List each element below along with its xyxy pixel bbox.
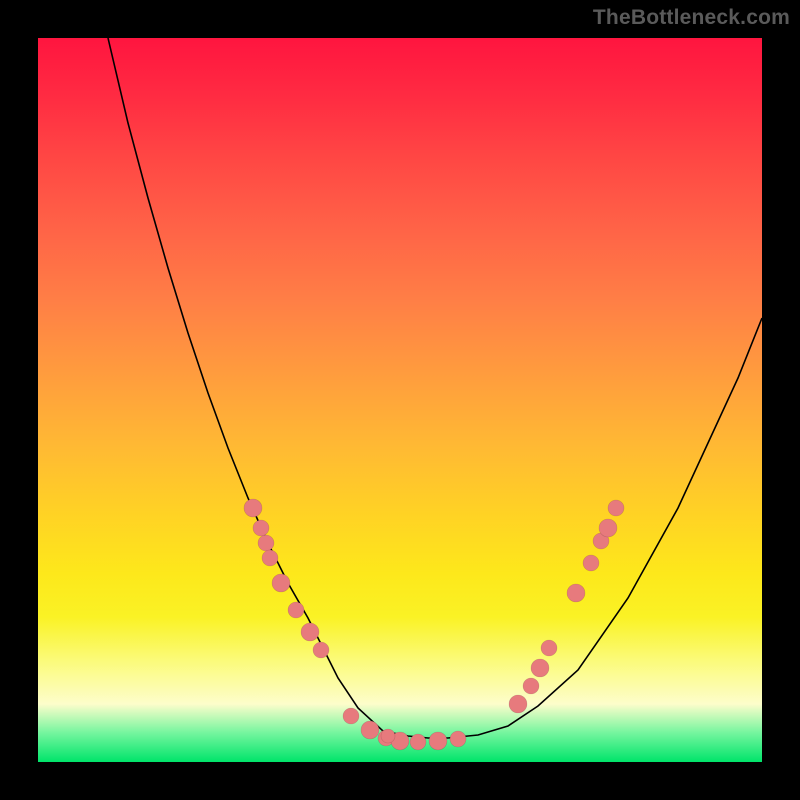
bead-point [531,659,549,677]
bead-point [343,708,359,724]
bead-point [599,519,617,537]
bead-point [509,695,527,713]
plot-area [38,38,762,762]
bead-point [301,623,319,641]
chart-svg [38,38,762,762]
bead-point [567,584,585,602]
watermark-text: TheBottleneck.com [593,6,790,30]
bead-point [608,500,624,516]
bead-point [262,550,278,566]
bead-point [583,555,599,571]
bead-point [244,499,262,517]
bead-point [313,642,329,658]
chart-frame: TheBottleneck.com [0,0,800,800]
bead-point [450,731,466,747]
bead-point [410,734,426,750]
bead-point [429,732,447,750]
bead-group [244,499,624,750]
v-curve [108,38,762,738]
bead-point [258,535,274,551]
bead-point [381,729,395,743]
bead-point [523,678,539,694]
bead-point [288,602,304,618]
bead-point [361,721,379,739]
bead-point [541,640,557,656]
bead-point [253,520,269,536]
bead-point [272,574,290,592]
